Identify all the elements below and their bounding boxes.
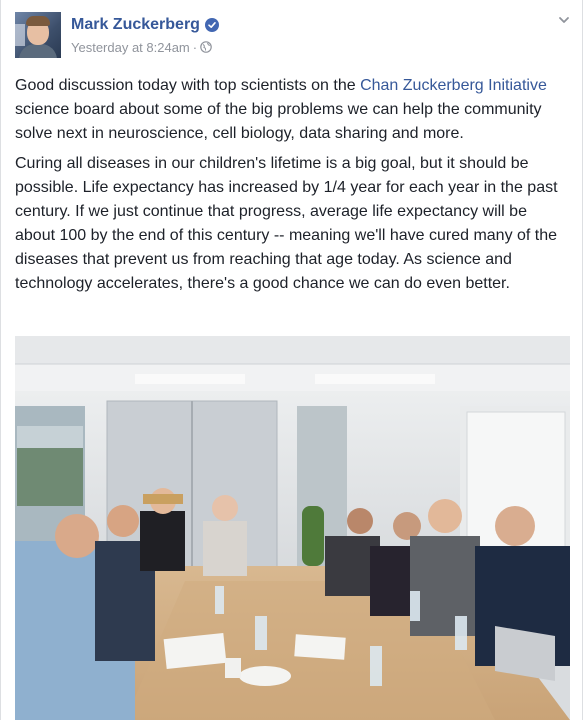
meeting-room-photo (15, 336, 570, 720)
author-row: Mark Zuckerberg (71, 15, 219, 35)
verified-badge-icon (204, 18, 219, 32)
post-text: Good discussion today with top scientist… (15, 74, 570, 302)
chevron-down-icon[interactable] (556, 12, 572, 28)
avatar[interactable] (15, 12, 61, 58)
paragraph-1-start: Good discussion today with top scientist… (15, 77, 361, 94)
author-name[interactable]: Mark Zuckerberg (71, 16, 200, 34)
chan-zuckerberg-initiative-link[interactable]: Chan Zuckerberg Initiative (360, 77, 547, 94)
paragraph-1-end: science board about some of the big prob… (15, 101, 542, 142)
post-timestamp[interactable]: Yesterday at 8:24am (71, 40, 190, 55)
post-meta: Yesterday at 8:24am · (71, 39, 212, 55)
meta-separator: · (192, 39, 198, 55)
facebook-post: Mark Zuckerberg Yesterday at 8:24am · Go… (0, 0, 583, 720)
post-photo[interactable] (15, 336, 570, 720)
post-paragraph-2: Curing all diseases in our children's li… (15, 155, 558, 292)
post-header: Mark Zuckerberg Yesterday at 8:24am · (15, 12, 570, 58)
post-paragraph-1: Good discussion today with top scientist… (15, 74, 570, 146)
globe-icon[interactable] (200, 41, 212, 53)
